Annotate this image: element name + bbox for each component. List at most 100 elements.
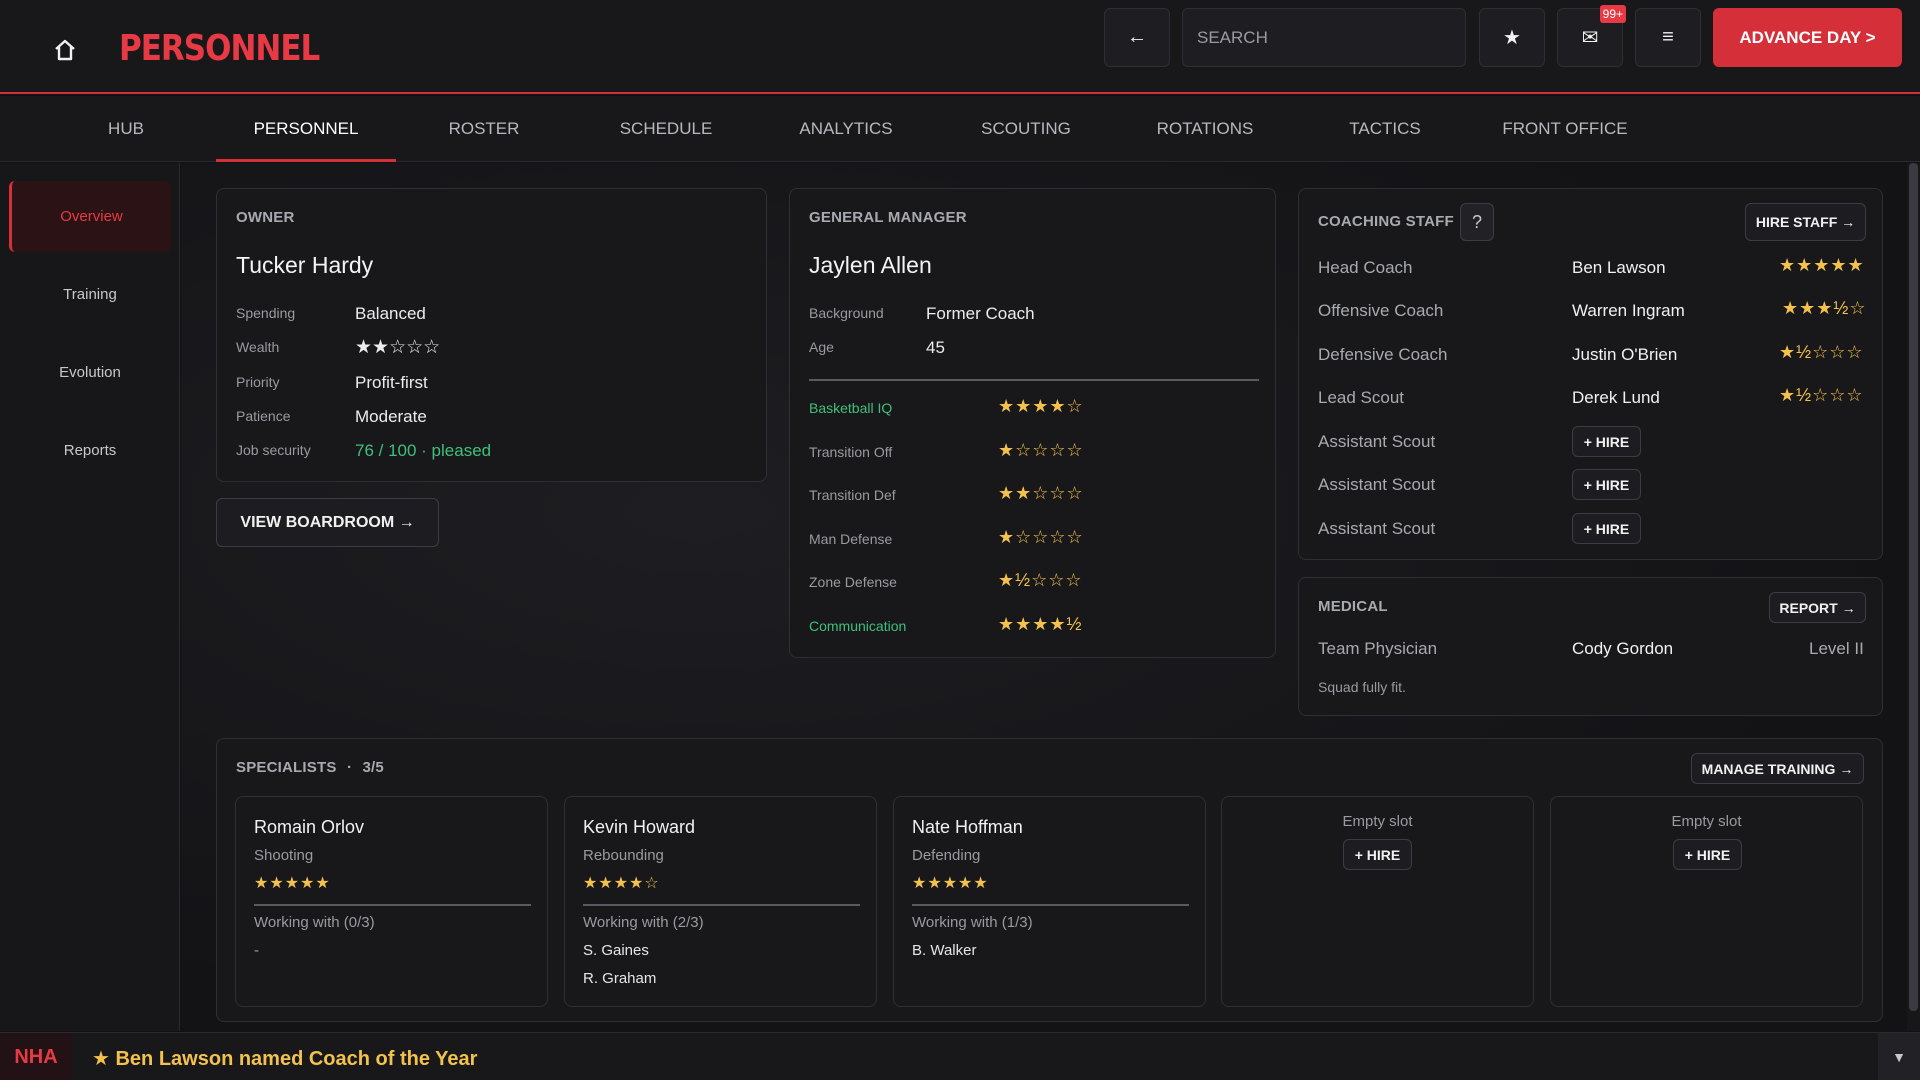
owner-card: OWNER Tucker Hardy Spending Balanced Wea… bbox=[216, 188, 767, 482]
specialist-player: - bbox=[254, 942, 259, 959]
tab-roster[interactable]: ROSTER bbox=[438, 96, 530, 162]
advance-day-button[interactable]: ADVANCE DAY > bbox=[1713, 8, 1902, 67]
sidebar-item-evolution[interactable]: Evolution bbox=[9, 337, 171, 408]
specialist-card[interactable]: Kevin Howard Rebounding ★★★★☆ Working wi… bbox=[564, 796, 877, 1007]
search-input[interactable] bbox=[1182, 8, 1466, 67]
staff-stars: ★★★½☆ bbox=[1782, 298, 1867, 318]
news-ticker: NHA ★ Ben Lawson named Coach of the Year… bbox=[0, 1032, 1920, 1080]
sidebar-item-training[interactable]: Training bbox=[9, 259, 171, 330]
medical-report-button[interactable]: REPORT → bbox=[1769, 592, 1866, 623]
gm-skill-stars: ★★☆☆☆ bbox=[998, 483, 1084, 503]
specialists-title-text: SPECIALISTS bbox=[236, 759, 337, 776]
gm-skill-stars: ★½☆☆☆ bbox=[998, 570, 1083, 590]
owner-wealth-label: Wealth bbox=[236, 339, 280, 355]
gm-age-value: 45 bbox=[926, 338, 945, 357]
physician-role: Team Physician bbox=[1318, 639, 1438, 658]
gm-name: Jaylen Allen bbox=[809, 252, 932, 278]
tab-hub[interactable]: HUB bbox=[92, 96, 160, 162]
staff-stars: ★½☆☆☆ bbox=[1779, 342, 1864, 362]
owner-priority-value: Profit-first bbox=[355, 373, 428, 392]
gm-skill-stars: ★★★★☆ bbox=[998, 396, 1084, 416]
gm-skill-label: Communication bbox=[809, 618, 907, 634]
staff-role: Defensive Coach bbox=[1318, 345, 1448, 364]
hire-button[interactable]: + HIRE bbox=[1673, 839, 1742, 870]
specialist-player[interactable]: R. Graham bbox=[583, 970, 656, 987]
owner-wealth-stars: ★★☆☆☆ bbox=[355, 337, 441, 358]
medical-status: Squad fully fit. bbox=[1318, 679, 1406, 695]
ticker-league-tag: NHA bbox=[0, 1033, 72, 1080]
gm-skill-label: Basketball IQ bbox=[809, 400, 893, 416]
staff-name[interactable]: Ben Lawson bbox=[1572, 258, 1666, 278]
specialist-skill: Defending bbox=[912, 847, 981, 864]
mail-button[interactable]: ✉ 99+ bbox=[1557, 5, 1626, 67]
hire-button[interactable]: + HIRE bbox=[1572, 513, 1641, 544]
staff-name[interactable]: Derek Lund bbox=[1572, 388, 1660, 408]
star-icon: ★ bbox=[1503, 27, 1521, 49]
hire-button[interactable]: + HIRE bbox=[1572, 426, 1641, 457]
help-button[interactable]: ? bbox=[1460, 203, 1494, 241]
medical-card: MEDICAL REPORT → Team Physician Cody Gor… bbox=[1298, 577, 1883, 716]
specialist-name: Romain Orlov bbox=[254, 817, 365, 837]
main-tabs: HUB PERSONNEL ROSTER SCHEDULE ANALYTICS … bbox=[0, 96, 1920, 162]
specialist-stars: ★★★★★ bbox=[254, 875, 331, 892]
owner-patience-value: Moderate bbox=[355, 407, 427, 426]
gm-card: GENERAL MANAGER Jaylen Allen Background … bbox=[789, 188, 1276, 658]
tab-scouting[interactable]: SCOUTING bbox=[966, 96, 1086, 162]
specialist-divider bbox=[254, 904, 531, 906]
specialist-card[interactable]: Nate Hoffman Defending ★★★★★ Working wit… bbox=[893, 796, 1206, 1007]
specialist-divider bbox=[912, 904, 1189, 906]
staff-name[interactable]: Justin O'Brien bbox=[1572, 345, 1677, 365]
specialists-count: 3/5 bbox=[362, 759, 384, 776]
specialist-working-with: Working with (0/3) bbox=[254, 914, 375, 931]
sidebar: Overview Training Evolution Reports bbox=[0, 163, 180, 1031]
staff-role: Assistant Scout bbox=[1318, 519, 1436, 538]
physician-level: Level II bbox=[1809, 639, 1864, 658]
manage-training-button[interactable]: MANAGE TRAINING → bbox=[1691, 753, 1864, 784]
physician-name[interactable]: Cody Gordon bbox=[1572, 639, 1673, 659]
owner-patience-label: Patience bbox=[236, 408, 291, 424]
view-boardroom-button[interactable]: VIEW BOARDROOM → bbox=[216, 498, 439, 547]
chevron-down-icon[interactable]: ▼ bbox=[1878, 1033, 1920, 1080]
arrow-left-icon: ← bbox=[1127, 26, 1147, 48]
specialist-player[interactable]: B. Walker bbox=[912, 942, 976, 959]
home-icon[interactable] bbox=[48, 33, 82, 67]
mail-icon: ✉ bbox=[1581, 27, 1599, 49]
scrollbar-thumb[interactable] bbox=[1909, 163, 1918, 1011]
staff-stars: ★½☆☆☆ bbox=[1779, 385, 1864, 405]
sidebar-item-overview[interactable]: Overview bbox=[9, 181, 171, 252]
hire-button[interactable]: + HIRE bbox=[1343, 839, 1412, 870]
gm-skill-stars: ★☆☆☆☆ bbox=[998, 440, 1084, 460]
empty-slot-label: Empty slot bbox=[1671, 813, 1742, 830]
owner-name: Tucker Hardy bbox=[236, 252, 374, 278]
top-bar: PERSONNEL ← ★ ✉ 99+ ≡ ADVANCE DAY > bbox=[0, 0, 1920, 94]
hire-staff-button[interactable]: HIRE STAFF → bbox=[1745, 203, 1866, 241]
hire-button[interactable]: + HIRE bbox=[1572, 469, 1641, 500]
staff-stars: ★★★★★ bbox=[1779, 255, 1865, 275]
tab-analytics[interactable]: ANALYTICS bbox=[788, 96, 904, 162]
tab-rotations[interactable]: ROTATIONS bbox=[1148, 96, 1262, 162]
tab-personnel[interactable]: PERSONNEL bbox=[216, 96, 396, 162]
menu-button[interactable]: ≡ bbox=[1635, 8, 1701, 67]
ticker-headline[interactable]: ★ Ben Lawson named Coach of the Year bbox=[92, 1046, 477, 1071]
gm-background-label: Background bbox=[809, 305, 884, 321]
tab-front-office[interactable]: FRONT OFFICE bbox=[1494, 96, 1636, 162]
gm-age-label: Age bbox=[809, 339, 834, 355]
specialist-working-with: Working with (1/3) bbox=[912, 914, 1033, 931]
specialist-skill: Rebounding bbox=[583, 847, 664, 864]
tab-tactics[interactable]: TACTICS bbox=[1332, 96, 1438, 162]
tab-schedule[interactable]: SCHEDULE bbox=[606, 96, 726, 162]
gm-title: GENERAL MANAGER bbox=[809, 209, 967, 226]
favorites-button[interactable]: ★ bbox=[1479, 8, 1545, 67]
title-separator: · bbox=[346, 759, 353, 776]
staff-name[interactable]: Warren Ingram bbox=[1572, 301, 1685, 321]
staff-role: Lead Scout bbox=[1318, 388, 1405, 407]
back-button[interactable]: ← bbox=[1104, 8, 1170, 67]
main-scrollbar[interactable] bbox=[1907, 163, 1920, 1031]
sidebar-item-reports[interactable]: Reports bbox=[9, 415, 171, 486]
gm-background-value: Former Coach bbox=[926, 304, 1035, 323]
specialist-card[interactable]: Romain Orlov Shooting ★★★★★ Working with… bbox=[235, 796, 548, 1007]
empty-slot-label: Empty slot bbox=[1342, 813, 1413, 830]
owner-spending-label: Spending bbox=[236, 305, 296, 321]
specialist-player[interactable]: S. Gaines bbox=[583, 942, 649, 959]
specialists-title: SPECIALISTS · 3/5 bbox=[236, 759, 384, 776]
